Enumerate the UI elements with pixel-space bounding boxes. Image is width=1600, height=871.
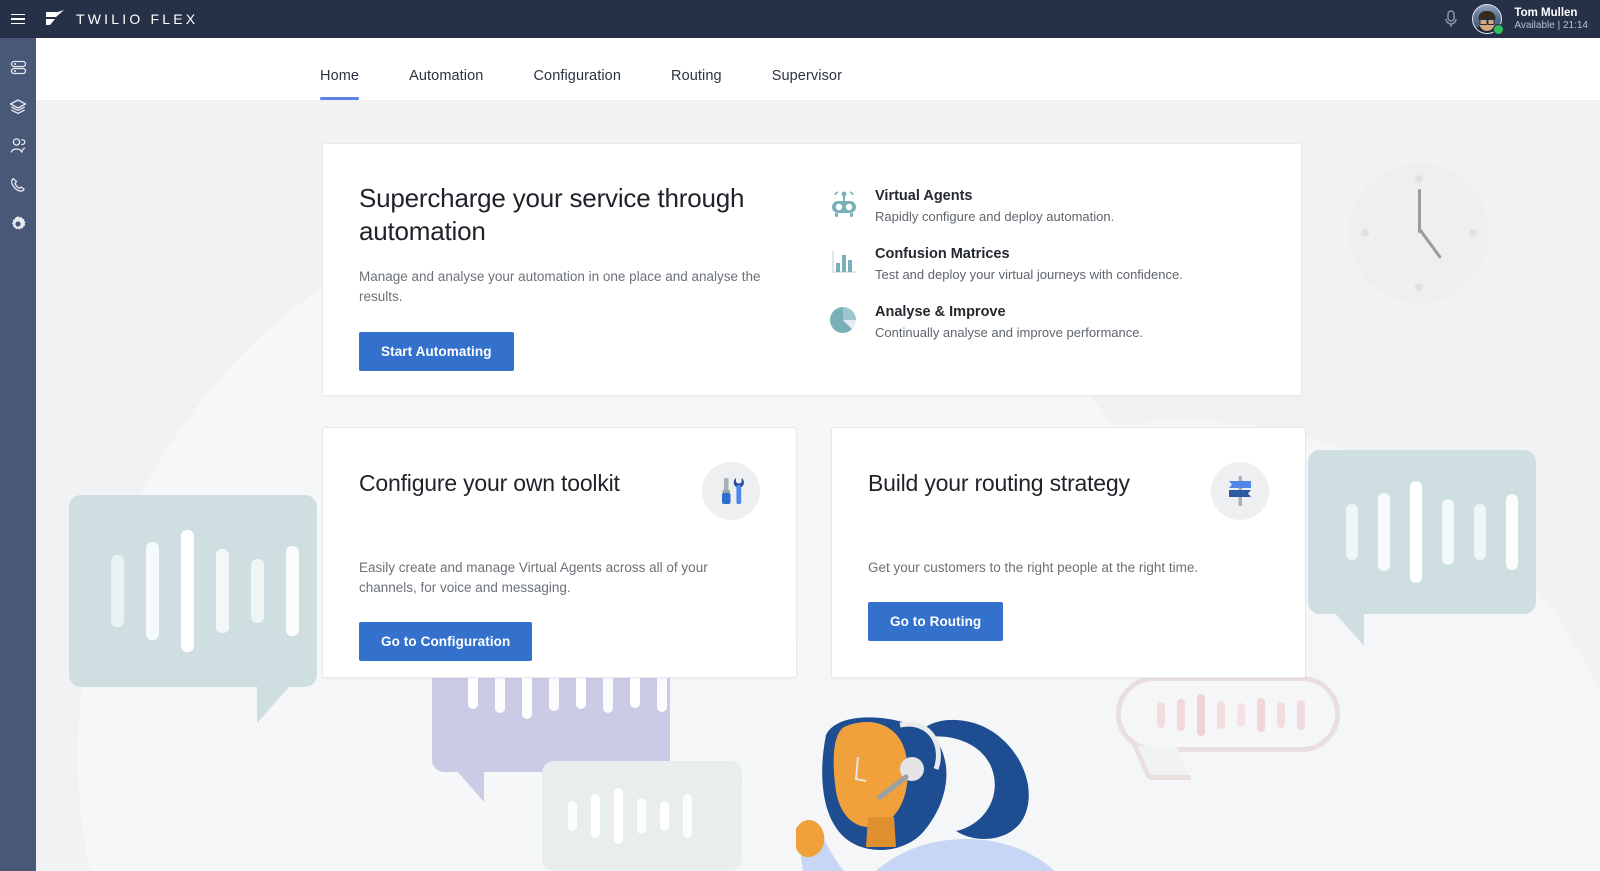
speech-bubble-pale-icon [542, 761, 742, 871]
twilio-logo-icon [44, 9, 66, 29]
sidebar-item-agents[interactable] [0, 126, 36, 165]
configuration-card-title: Configure your own toolkit [359, 470, 620, 496]
user-status: Available | 21:14 [1514, 19, 1588, 31]
sidebar-item-settings[interactable] [0, 204, 36, 243]
tasks-list-icon [10, 59, 27, 76]
brand: TWILIO FLEX [44, 9, 198, 29]
feature-virtual-agents: Virtual Agents Rapidly configure and dep… [829, 188, 1183, 224]
sidebar-item-calls[interactable] [0, 165, 36, 204]
user-meta: Tom Mullen Available | 21:14 [1514, 6, 1588, 33]
topbar-user-area: Tom Mullen Available | 21:14 [1442, 0, 1600, 38]
user-name: Tom Mullen [1514, 6, 1578, 19]
avatar[interactable] [1472, 4, 1505, 35]
sidebar-item-tasks[interactable] [0, 48, 36, 87]
feature-confusion-matrices: Confusion Matrices Test and deploy your … [829, 246, 1183, 282]
signpost-icon [1211, 462, 1269, 520]
brand-title: TWILIO FLEX [76, 11, 199, 27]
hero-subtitle: Manage and analyse your automation in on… [359, 268, 761, 304]
feature-title: Confusion Matrices [875, 246, 1010, 262]
status-badge [1493, 24, 1505, 35]
hero-card: Supercharge your service through automat… [322, 143, 1302, 396]
tab-routing[interactable]: Routing [671, 68, 722, 100]
feature-title: Analyse & Improve [875, 304, 1006, 320]
page-title: Supercharge your service through automat… [359, 183, 745, 247]
microphone-icon[interactable] [1442, 8, 1460, 30]
start-automating-button[interactable]: Start Automating [359, 332, 514, 372]
feature-title: Virtual Agents [875, 188, 973, 204]
speech-bubble-teal-left-icon [69, 495, 317, 723]
feature-description: Rapidly configure and deploy automation. [875, 209, 1115, 224]
agent-person-icon [9, 137, 27, 155]
tab-automation[interactable]: Automation [409, 68, 483, 100]
tab-configuration[interactable]: Configuration [533, 68, 621, 100]
support-agent-illustration-icon [793, 713, 1156, 871]
configuration-card: Configure your own toolkit Easily create… [322, 427, 797, 678]
main-nav: Home Automation Configuration Routing Su… [36, 38, 1600, 101]
feature-description: Test and deploy your virtual journeys wi… [875, 267, 1183, 282]
phone-icon [9, 176, 27, 194]
tab-home[interactable]: Home [320, 68, 360, 100]
bar-chart-icon [829, 246, 859, 282]
robot-icon [829, 188, 859, 224]
left-sidebar [0, 38, 36, 871]
go-to-configuration-button[interactable]: Go to Configuration [359, 621, 533, 661]
top-bar: TWILIO FLEX Tom Mullen Available | 21:14 [0, 0, 1600, 38]
routing-card: Build your routing strategy Get your cus… [831, 427, 1306, 678]
layers-icon [9, 98, 27, 116]
feature-analyse-improve: Analyse & Improve Continually analyse an… [829, 304, 1183, 340]
go-to-routing-button[interactable]: Go to Routing [868, 601, 1004, 641]
gear-icon [9, 215, 27, 233]
sidebar-item-layers[interactable] [0, 87, 36, 126]
tab-supervisor[interactable]: Supervisor [772, 68, 842, 100]
hamburger-menu-icon[interactable] [0, 0, 36, 38]
screwdriver-wrench-icon [702, 462, 760, 520]
pie-chart-icon [829, 304, 859, 340]
main-canvas: Supercharge your service through automat… [36, 101, 1600, 871]
clock-illustration-icon [1349, 163, 1489, 303]
configuration-card-description: Easily create and manage Virtual Agents … [359, 560, 708, 595]
speech-bubble-teal-right-icon [1308, 450, 1536, 646]
routing-card-title: Build your routing strategy [868, 470, 1130, 496]
feature-description: Continually analyse and improve performa… [875, 325, 1144, 340]
routing-card-description: Get your customers to the right people a… [868, 560, 1199, 575]
